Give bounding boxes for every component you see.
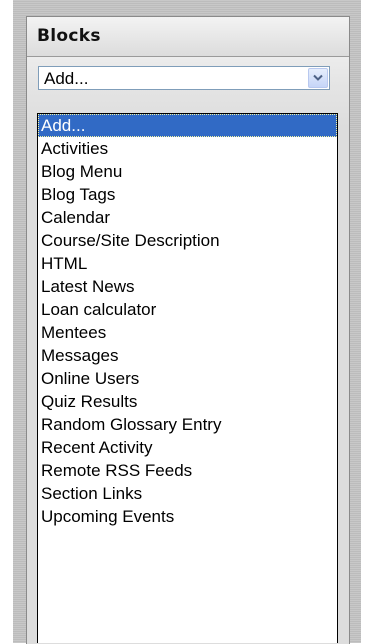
dropdown-option[interactable]: Upcoming Events <box>38 505 337 528</box>
dropdown-arrow-button[interactable] <box>308 68 328 88</box>
dropdown-option[interactable]: Loan calculator <box>38 298 337 321</box>
dropdown-option[interactable]: Online Users <box>38 367 337 390</box>
dropdown-option[interactable]: Add... <box>38 114 337 137</box>
dropdown-option[interactable]: Latest News <box>38 275 337 298</box>
dropdown-option[interactable]: Remote RSS Feeds <box>38 459 337 482</box>
add-block-select[interactable]: Add... <box>38 66 330 90</box>
block-title: Blocks <box>37 26 101 46</box>
dropdown-option[interactable]: Random Glossary Entry <box>38 413 337 436</box>
dropdown-option[interactable]: Section Links <box>38 482 337 505</box>
chevron-down-icon <box>313 74 323 81</box>
dropdown-option[interactable]: Course/Site Description <box>38 229 337 252</box>
add-block-dropdown-list[interactable]: Add... Activities Blog Menu Blog Tags Calend… <box>37 113 338 643</box>
dropdown-option[interactable]: Recent Activity <box>38 436 337 459</box>
block-header: Blocks <box>27 17 349 57</box>
dropdown-option[interactable]: HTML <box>38 252 337 275</box>
dropdown-option[interactable]: Blog Menu <box>38 160 337 183</box>
dropdown-option[interactable]: Calendar <box>38 206 337 229</box>
dropdown-option[interactable]: Blog Tags <box>38 183 337 206</box>
dropdown-option[interactable]: Quiz Results <box>38 390 337 413</box>
dropdown-option[interactable]: Mentees <box>38 321 337 344</box>
dropdown-option[interactable]: Activities <box>38 137 337 160</box>
dropdown-option[interactable]: Messages <box>38 344 337 367</box>
select-value: Add... <box>44 69 89 88</box>
